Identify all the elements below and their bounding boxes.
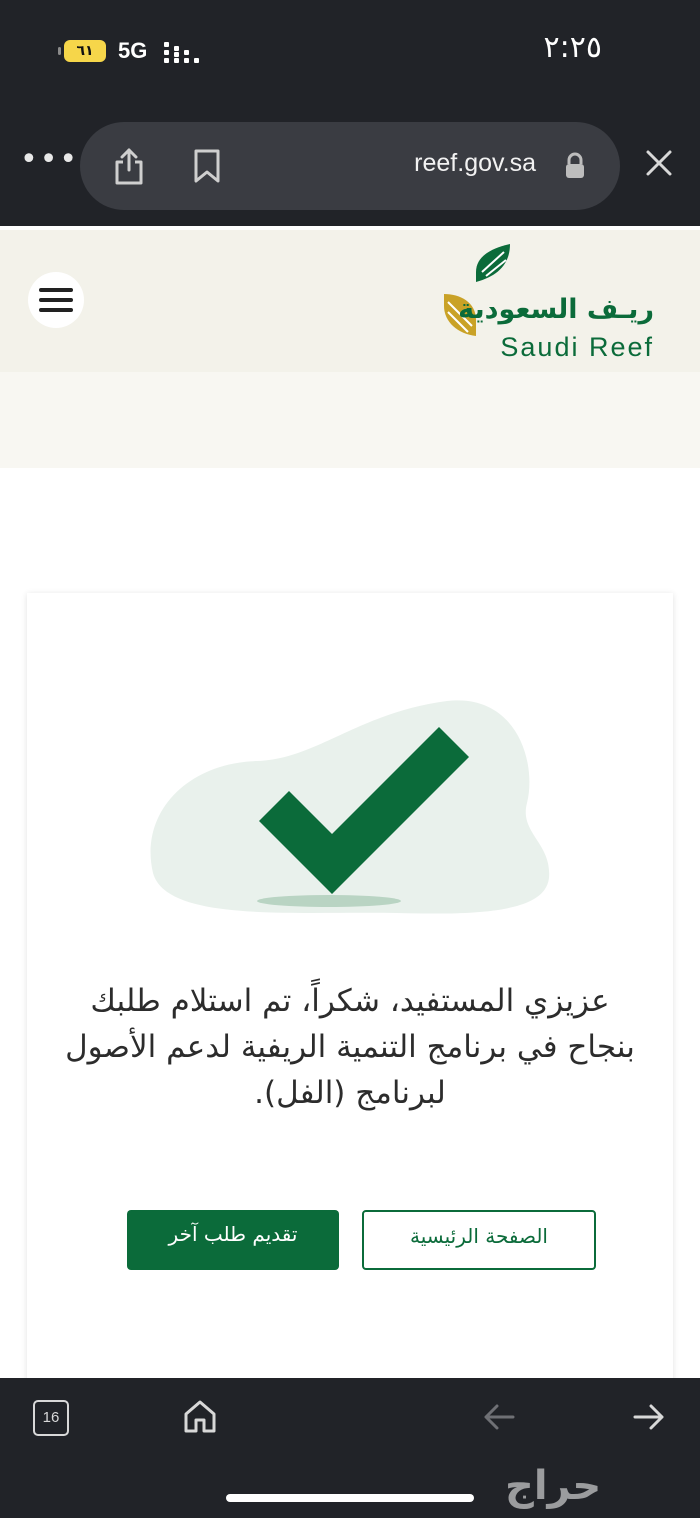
back-arrow-icon[interactable] [482, 1402, 516, 1436]
address-bar[interactable]: reef.gov.sa [80, 122, 620, 210]
url-text: reef.gov.sa [414, 149, 536, 177]
site-logo[interactable]: ريـف السعودية Saudi Reef [440, 240, 680, 362]
tabs-icon[interactable]: 16 [33, 1400, 69, 1436]
home-page-button[interactable]: الصفحة الرئيسية [362, 1210, 596, 1270]
network-label: 5G [118, 38, 148, 63]
page-banner [0, 372, 700, 468]
share-icon[interactable] [112, 146, 146, 190]
watermark-logo: حراج [505, 1463, 602, 1509]
confirmation-message: عزيزي المستفيد، شكراً، تم استلام طلبك بن… [65, 983, 635, 1111]
menu-button[interactable] [28, 272, 84, 328]
status-time: ٢:٢٥ [543, 30, 602, 65]
close-icon[interactable] [644, 148, 674, 182]
logo-arabic-text: ريـف السعودية [458, 294, 654, 325]
lock-icon [564, 152, 586, 184]
signal-icon [162, 42, 202, 64]
confirmation-card: عزيزي المستفيد، شكراً، تم استلام طلبك بن… [27, 593, 673, 1393]
home-indicator[interactable] [226, 1494, 474, 1502]
forward-arrow-icon[interactable] [632, 1402, 666, 1436]
browser-bottom-toolbar: 16 حراج [0, 1378, 700, 1518]
success-illustration [150, 700, 550, 914]
site-header: ريـف السعودية Saudi Reef [0, 230, 700, 372]
browser-top-chrome: ٦١ 5G ٢:٢٥ ••• reef.gov.sa [0, 0, 700, 226]
logo-english-text: Saudi Reef [500, 332, 654, 362]
home-icon[interactable] [182, 1398, 218, 1438]
more-icon[interactable]: ••• [20, 145, 79, 175]
battery-indicator: ٦١ [58, 40, 106, 62]
submit-another-request-button[interactable]: تقديم طلب آخر [127, 1210, 339, 1270]
menu-icon [39, 288, 73, 292]
bookmark-icon[interactable] [192, 148, 222, 188]
